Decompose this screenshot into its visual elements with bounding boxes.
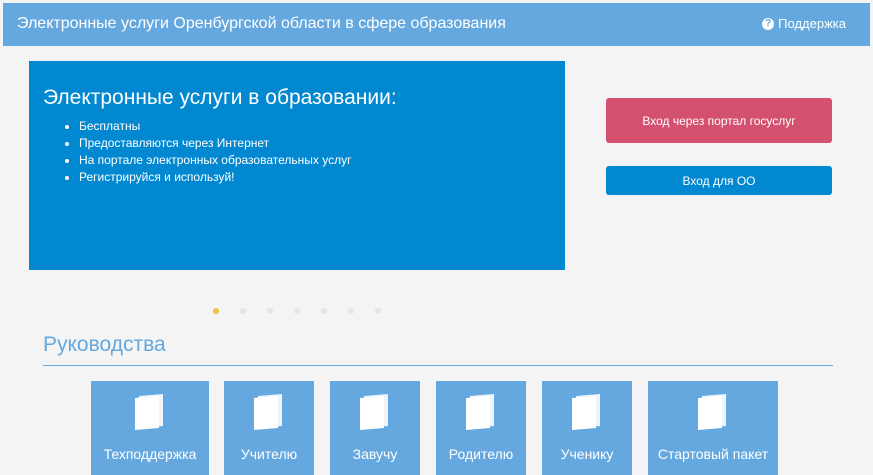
book-icon: [135, 394, 163, 430]
book-icon: [360, 394, 388, 430]
tile-label: Завучу: [352, 446, 398, 462]
tile-label: Ученику: [560, 446, 614, 462]
header-bar: Электронные услуги Оренбургской области …: [3, 3, 870, 46]
banner-item: Регистрируйся и используй!: [79, 169, 351, 186]
gosuslugi-login-button[interactable]: Вход через портал госуслуг: [606, 98, 832, 143]
tile-label: Стартовый пакет: [657, 446, 769, 462]
carousel-slide: Электронные услуги в образовании: Беспла…: [29, 61, 565, 270]
banner-item: Бесплатны: [79, 118, 351, 135]
carousel-dot[interactable]: [321, 308, 327, 314]
banner-list: Бесплатны Предоставляются через Интернет…: [79, 118, 351, 186]
carousel-dot[interactable]: [213, 308, 219, 314]
carousel-dot[interactable]: [348, 308, 354, 314]
carousel-dot[interactable]: [375, 308, 381, 314]
carousel-dot[interactable]: [240, 308, 246, 314]
tile-parent[interactable]: Родителю: [436, 381, 526, 475]
carousel-dot[interactable]: [267, 308, 273, 314]
site-title: Электронные услуги Оренбургской области …: [17, 15, 506, 32]
tile-student[interactable]: Ученику: [542, 381, 632, 475]
carousel-indicators: [213, 308, 381, 314]
carousel-dot[interactable]: [294, 308, 300, 314]
guides-heading: Руководства: [43, 333, 166, 356]
book-icon: [698, 394, 726, 430]
tile-label: Родителю: [448, 446, 514, 462]
divider: [43, 365, 833, 366]
banner-title: Электронные услуги в образовании:: [43, 86, 397, 109]
oo-login-button[interactable]: Вход для ОО: [606, 166, 832, 195]
question-circle-icon: ?: [762, 17, 775, 30]
tile-techsupport[interactable]: Техподдержка: [91, 381, 209, 475]
tile-label: Учителю: [240, 446, 298, 462]
banner-item: Предоставляются через Интернет: [79, 135, 351, 152]
banner-item: На портале электронных образовательных у…: [79, 152, 351, 169]
book-icon: [466, 394, 494, 430]
support-label: Поддержка: [778, 16, 846, 31]
support-link[interactable]: ? Поддержка: [762, 16, 846, 31]
book-icon: [572, 394, 600, 430]
book-icon: [254, 394, 282, 430]
tile-starter-pack[interactable]: Стартовый пакет: [648, 381, 778, 475]
tile-head-teacher[interactable]: Завучу: [330, 381, 420, 475]
tile-teacher[interactable]: Учителю: [224, 381, 314, 475]
tile-label: Техподдержка: [103, 446, 197, 462]
